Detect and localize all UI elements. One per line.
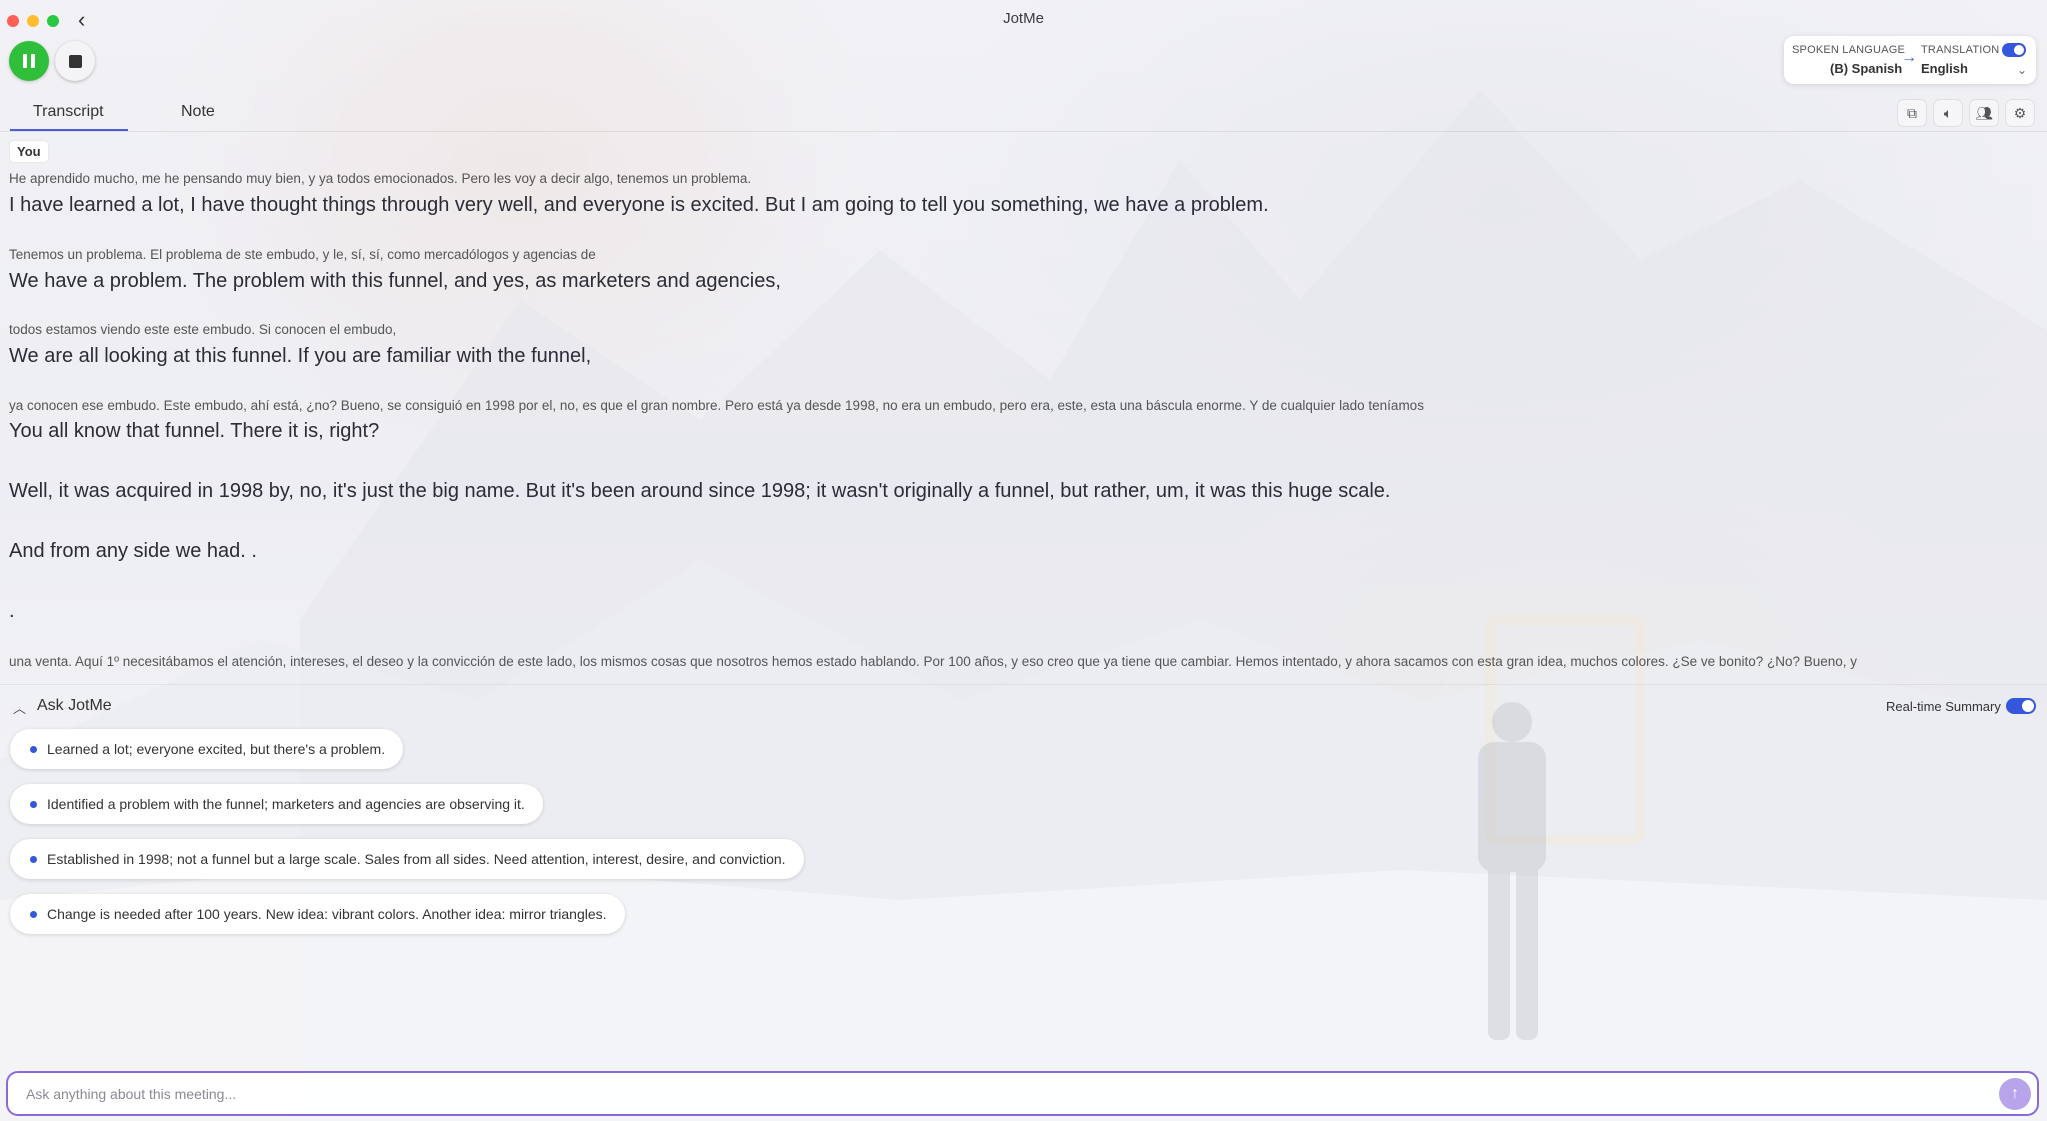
translation-line: I have learned a lot, I have thought thi… xyxy=(9,194,1269,216)
translation-line: Well, it was acquired in 1998 by, no, it… xyxy=(9,480,1391,502)
source-line: una venta. Aquí 1º necesitábamos el aten… xyxy=(9,654,1858,669)
translation-line: . xyxy=(9,600,15,622)
translation-line: And from any side we had. . xyxy=(9,540,257,562)
summary-text: Identified a problem with the funnel; ma… xyxy=(47,796,525,812)
send-arrow-up-icon[interactable]: ↑ xyxy=(1999,1078,2031,1110)
realtime-summary-label: Real-time Summary xyxy=(1886,699,2001,714)
summary-text: Learned a lot; everyone excited, but the… xyxy=(47,741,386,757)
tab-note[interactable]: Note xyxy=(181,103,215,121)
speaker-icon[interactable]: 🔈︎ xyxy=(1933,99,1963,127)
spoken-language-value[interactable]: (B) Spanish xyxy=(1830,61,1902,76)
summary-text: Established in 1998; not a funnel but a … xyxy=(47,851,786,867)
tab-transcript[interactable]: Transcript xyxy=(33,103,104,121)
summary-chip[interactable]: Identified a problem with the funnel; ma… xyxy=(10,784,543,824)
ask-input-container: ↑ xyxy=(6,1071,2039,1116)
copy-icon[interactable]: ⧉ xyxy=(1897,99,1927,127)
title-bar: ‹ JotMe xyxy=(0,0,2047,36)
summary-chip[interactable]: Change is needed after 100 years. New id… xyxy=(10,894,625,934)
bullet-dot-icon xyxy=(30,745,37,753)
source-line: Tenemos un problema. El problema de ste … xyxy=(9,247,596,262)
transcript-panel[interactable]: You He aprendido mucho, me he pensando m… xyxy=(0,132,2047,684)
chevron-up-icon[interactable]: ︿ xyxy=(13,698,26,717)
arrow-right-icon: → xyxy=(1901,49,1917,66)
language-panel: SPOKEN LANGUAGE (B) Spanish → TRANSLATIO… xyxy=(1784,36,2036,84)
source-line: todos estamos viendo este este embudo. S… xyxy=(9,322,397,337)
bullet-dot-icon xyxy=(30,855,37,863)
speaker-label: You xyxy=(10,141,48,162)
bullet-dot-icon xyxy=(30,800,37,808)
translation-language-select[interactable]: English xyxy=(1921,61,1968,76)
participants-icon[interactable]: 👥︎ xyxy=(1969,99,1999,127)
summary-text: Change is needed after 100 years. New id… xyxy=(47,906,607,922)
chevron-down-icon[interactable]: ⌄ xyxy=(2017,63,2027,77)
ask-input[interactable] xyxy=(26,1073,1976,1114)
settings-icon[interactable]: ⚙︎ xyxy=(2005,99,2035,127)
section-divider xyxy=(0,684,2047,685)
bullet-dot-icon xyxy=(30,910,37,918)
source-line: He aprendido mucho, me he pensando muy b… xyxy=(9,171,752,186)
ask-jotme-title[interactable]: Ask JotMe xyxy=(37,697,112,715)
spoken-language-label: SPOKEN LANGUAGE xyxy=(1792,44,1906,56)
stop-icon xyxy=(68,54,82,68)
stop-recording-button[interactable] xyxy=(55,41,95,81)
translation-line: You all know that funnel. There it is, r… xyxy=(9,420,380,442)
pause-icon xyxy=(23,54,27,68)
pause-recording-button[interactable] xyxy=(9,41,49,81)
app-title: JotMe xyxy=(1003,10,1044,27)
translation-line: We have a problem. The problem with this… xyxy=(9,270,781,292)
summary-chip[interactable]: Established in 1998; not a funnel but a … xyxy=(10,839,804,879)
translation-label: TRANSLATION xyxy=(1921,44,2000,56)
source-line: ya conocen ese embudo. Este embudo, ahí … xyxy=(9,398,1424,413)
realtime-summary-toggle[interactable] xyxy=(2006,698,2036,714)
translation-toggle[interactable] xyxy=(2002,43,2026,57)
translation-line: We are all looking at this funnel. If yo… xyxy=(9,345,592,367)
summary-chip[interactable]: Learned a lot; everyone excited, but the… xyxy=(10,729,404,769)
